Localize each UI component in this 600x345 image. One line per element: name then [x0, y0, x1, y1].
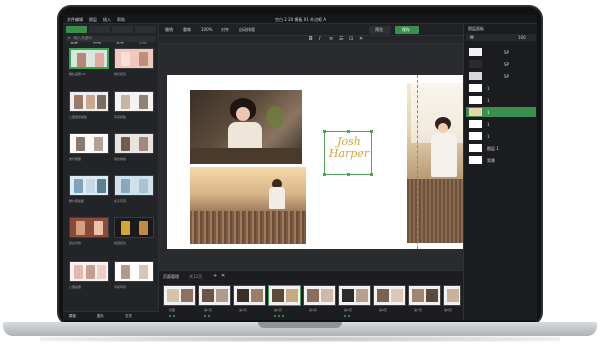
bold-icon[interactable]: 𝐁: [309, 37, 313, 42]
photo-right-page[interactable]: [407, 83, 463, 243]
lock-icon[interactable]: ⊡: [349, 37, 353, 42]
page-thumb-selected[interactable]: [268, 285, 301, 306]
album-spread[interactable]: Josh Harper: [167, 75, 463, 249]
app-window: 文件编辑 图层 插入 帮助 空白 2 20 模板 01 外边框 A 全部 横幅 …: [63, 15, 537, 320]
resize-handle[interactable]: [347, 130, 350, 133]
template-thumb[interactable]: [114, 48, 154, 69]
filmstrip-title: 页面管理: [163, 274, 179, 279]
resize-handle[interactable]: [323, 173, 326, 176]
canvas-area: 撤销 重做 100% 对齐 自动排版 预览 保存 𝐁 𝐼 ≡ ☰ ⊡ ✕ Jos…: [159, 24, 463, 270]
left-footer: 模板 图片 文字: [63, 311, 159, 320]
align-center-icon[interactable]: ☰: [339, 37, 343, 42]
page-thumb[interactable]: [233, 285, 266, 306]
search-icon: ⌕: [68, 35, 71, 40]
preview-button[interactable]: 预览: [369, 26, 391, 34]
template-thumb[interactable]: [114, 91, 154, 112]
resize-handle[interactable]: [370, 130, 373, 133]
canvas-toolbar: 撤销 重做 100% 对齐 自动排版 预览 保存: [159, 24, 463, 36]
align-left-icon[interactable]: ≡: [329, 37, 333, 42]
zoom-value[interactable]: 100%: [201, 28, 212, 32]
page-thumb[interactable]: [443, 285, 461, 306]
footer-templates[interactable]: 模板: [69, 314, 76, 319]
page-thumb[interactable]: [198, 285, 231, 306]
template-thumb[interactable]: [69, 175, 109, 196]
delete-icon[interactable]: ✕: [359, 37, 363, 42]
search-input[interactable]: 输入关键词 ⌕: [66, 36, 156, 42]
resize-handle[interactable]: [323, 130, 326, 133]
page-count: 共12页: [189, 274, 203, 279]
footer-text[interactable]: 文字: [125, 314, 132, 319]
document-title: 空白 2 20 模板 01 外边框 A: [275, 17, 327, 22]
page-thumb[interactable]: [338, 285, 371, 306]
template-thumb[interactable]: [114, 175, 154, 196]
page-thumb[interactable]: [163, 285, 196, 306]
layer-item[interactable]: 1: [466, 119, 536, 129]
template-thumb[interactable]: [69, 261, 109, 282]
photo-portrait-desk[interactable]: [190, 90, 302, 164]
tab-portrait[interactable]: 竖版: [112, 26, 133, 44]
page-thumb[interactable]: [303, 285, 336, 306]
layer-item-selected[interactable]: 1: [466, 107, 536, 117]
marketing-stage: 文件编辑 图层 插入 帮助 空白 2 20 模板 01 外边框 A 全部 横幅 …: [0, 0, 600, 345]
layers-zoom[interactable]: 100: [518, 36, 526, 40]
format-toolbar: 𝐁 𝐼 ≡ ☰ ⊡ ✕: [159, 36, 463, 44]
layer-item[interactable]: SP: [466, 47, 536, 57]
resize-handle[interactable]: [370, 173, 373, 176]
resize-handle[interactable]: [347, 173, 350, 176]
align-button[interactable]: 对齐: [221, 28, 229, 32]
layer-item[interactable]: 1: [466, 95, 536, 105]
template-panel: 全部 横幅 竖版 方形 输入关键词 ⌕ 婚礼画册-01 成长纪念 儿童摄影模板 …: [63, 24, 159, 320]
layers-panel-title: 图层面板: [468, 26, 484, 31]
laptop-notch: [258, 322, 342, 328]
footer-images[interactable]: 图片: [97, 314, 104, 319]
template-thumb[interactable]: [114, 133, 154, 154]
layers-toolbar: ▦ 100: [466, 34, 536, 41]
tab-square[interactable]: 方形: [135, 26, 156, 44]
template-thumb[interactable]: [69, 133, 109, 154]
laptop-shadow: [40, 336, 560, 342]
layer-item[interactable]: 1: [466, 131, 536, 141]
tab-landscape[interactable]: 横幅: [89, 26, 110, 44]
title-text-box[interactable]: Josh Harper: [323, 130, 373, 176]
grid-icon[interactable]: ▦: [470, 35, 474, 39]
spine-guide: [417, 75, 418, 249]
menu-help[interactable]: 帮助: [117, 18, 125, 22]
layer-item[interactable]: SP: [466, 59, 536, 69]
add-page-icon[interactable]: +: [213, 274, 217, 279]
title-bar: 文件编辑 图层 插入 帮助 空白 2 20 模板 01 外边框 A: [63, 15, 537, 24]
template-tabs: 全部 横幅 竖版 方形: [66, 26, 156, 44]
layer-item[interactable]: 1: [466, 83, 536, 93]
template-thumb[interactable]: [69, 217, 109, 238]
template-thumb[interactable]: [69, 48, 109, 69]
layer-item[interactable]: SP: [466, 71, 536, 81]
page-thumb[interactable]: [373, 285, 406, 306]
auto-layout-button[interactable]: 自动排版: [239, 28, 255, 32]
template-thumb[interactable]: [114, 217, 154, 238]
page-thumb[interactable]: [408, 285, 441, 306]
tab-all[interactable]: 全部: [66, 26, 87, 44]
italic-icon[interactable]: 𝐼: [319, 37, 320, 42]
photo-field-sunset[interactable]: [190, 167, 306, 244]
redo-button[interactable]: 重做: [183, 28, 191, 32]
menu-layer[interactable]: 图层: [89, 18, 97, 22]
undo-button[interactable]: 撤销: [165, 28, 173, 32]
delete-page-icon[interactable]: ✕: [221, 274, 225, 279]
save-button[interactable]: 保存: [395, 26, 419, 34]
menu-file[interactable]: 文件编辑: [67, 18, 83, 22]
template-thumb[interactable]: [69, 91, 109, 112]
layers-panel: 图层面板 ▦ 100 SP SP SP 1 1 1 1 1 图层 1 背景: [463, 24, 537, 320]
page-filmstrip: 页面管理 共12页 + ✕ 封面 第1页 第2页 第3页 第4页 第5页 第6页…: [159, 270, 463, 320]
layer-item[interactable]: 背景: [466, 155, 536, 165]
layer-item[interactable]: 图层 1: [466, 143, 536, 153]
menu-insert[interactable]: 插入: [103, 18, 111, 22]
album-title-text[interactable]: Josh Harper: [326, 136, 372, 160]
template-thumb[interactable]: [114, 261, 154, 282]
